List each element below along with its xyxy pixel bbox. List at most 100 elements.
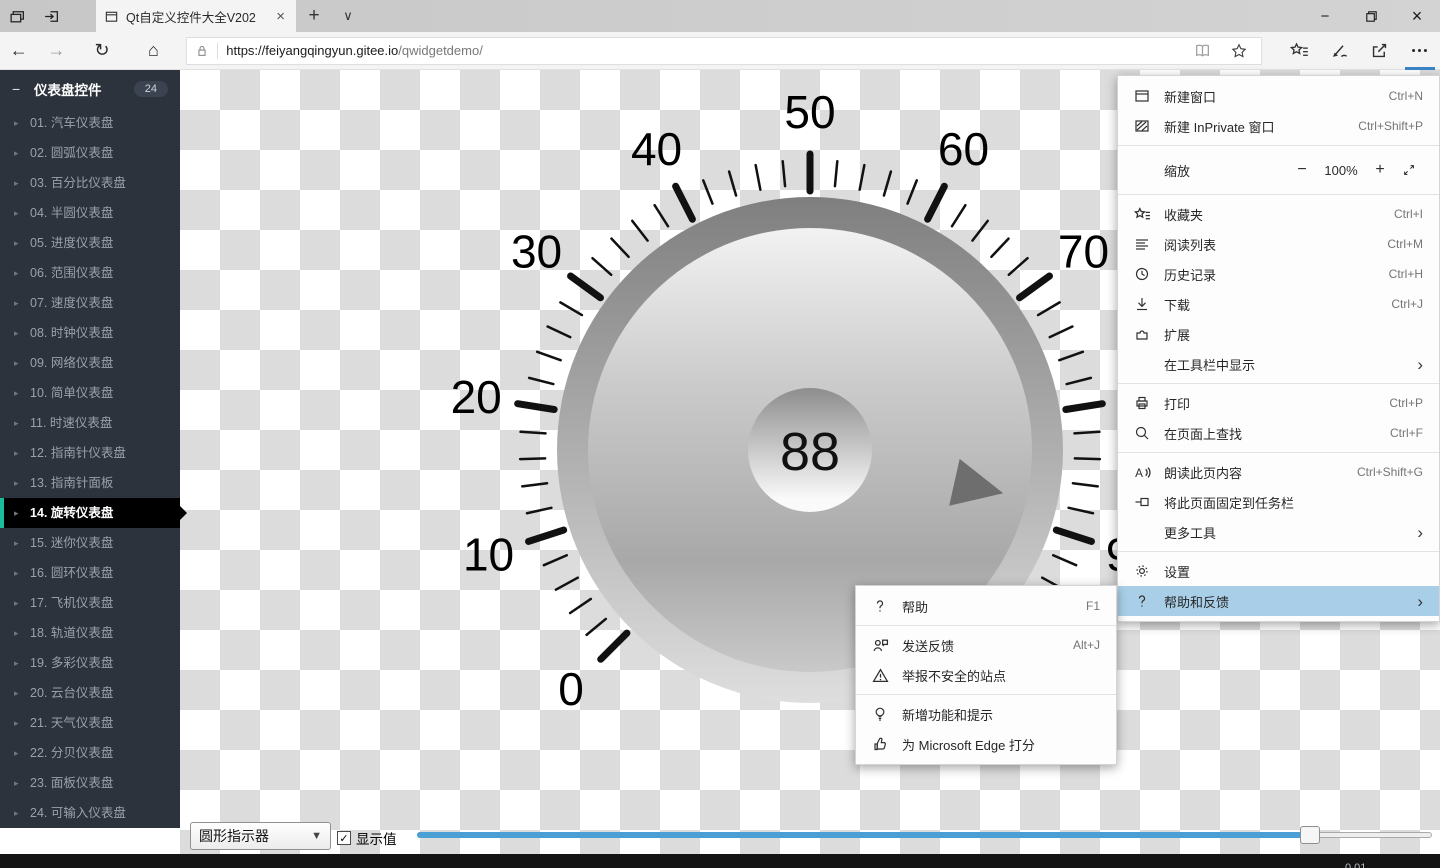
submenu-item-0[interactable]: 帮助F1 — [856, 591, 1116, 621]
minor-tick — [1050, 327, 1073, 338]
sidebar-header[interactable]: − 仪表盘控件 24 — [0, 70, 180, 108]
zoom-in-button[interactable]: + — [1365, 161, 1395, 179]
sidebar-item-12[interactable]: ▸12. 指南针仪表盘 — [0, 438, 180, 468]
minor-tick — [520, 458, 545, 459]
browser-tab[interactable]: Qt自定义控件大全V202 × — [96, 0, 296, 32]
menu-item-13[interactable]: 在页面上查找Ctrl+F — [1118, 418, 1439, 448]
menu-item-6[interactable]: 阅读列表Ctrl+M — [1118, 229, 1439, 259]
sidebar-item-2[interactable]: ▸02. 圆弧仪表盘 — [0, 138, 180, 168]
sidebar-item-4[interactable]: ▸04. 半圆仪表盘 — [0, 198, 180, 228]
triangle-right-icon: ▸ — [14, 798, 19, 828]
back-button[interactable]: ← — [0, 32, 38, 70]
menu-item-8[interactable]: 下载Ctrl+J — [1118, 289, 1439, 319]
sidebar-item-14[interactable]: ▸14. 旋转仪表盘 — [0, 498, 180, 528]
sidebar-item-19[interactable]: ▸19. 多彩仪表盘 — [0, 648, 180, 678]
menu-item-9[interactable]: 扩展 — [1118, 319, 1439, 349]
sidebar-item-17[interactable]: ▸17. 飞机仪表盘 — [0, 588, 180, 618]
sidebar-item-24[interactable]: ▸24. 可输入仪表盘 — [0, 798, 180, 828]
reading-view-button[interactable] — [1188, 42, 1217, 59]
menu-item-1[interactable]: 新建 InPrivate 窗口Ctrl+Shift+P — [1118, 111, 1439, 141]
menu-item-5[interactable]: 收藏夹Ctrl+I — [1118, 199, 1439, 229]
sidebar-item-13[interactable]: ▸13. 指南针面板 — [0, 468, 180, 498]
zoom-out-button[interactable]: − — [1287, 161, 1317, 179]
web-note-button[interactable] — [1320, 32, 1360, 70]
sidebar-item-22[interactable]: ▸22. 分贝仪表盘 — [0, 738, 180, 768]
dial-value: 88 — [780, 422, 840, 482]
set-tabs-aside-button[interactable] — [34, 0, 68, 32]
favorites-hub-button[interactable] — [1280, 32, 1320, 70]
sidebar-item-label: 05. 进度仪表盘 — [30, 236, 113, 250]
sidebar-item-1[interactable]: ▸01. 汽车仪表盘 — [0, 108, 180, 138]
menu-item-19[interactable]: 设置 — [1118, 556, 1439, 586]
minimize-button[interactable]: − — [1302, 0, 1348, 32]
sidebar-item-label: 22. 分贝仪表盘 — [30, 746, 113, 760]
forward-button[interactable]: → — [38, 32, 76, 70]
sidebar-item-10[interactable]: ▸10. 简单仪表盘 — [0, 378, 180, 408]
sidebar-item-8[interactable]: ▸08. 时钟仪表盘 — [0, 318, 180, 348]
sidebar-item-21[interactable]: ▸21. 天气仪表盘 — [0, 708, 180, 738]
sidebar-item-16[interactable]: ▸16. 圆环仪表盘 — [0, 558, 180, 588]
help-feedback-submenu: 帮助F1 发送反馈Alt+J举报不安全的站点新增功能和提示为 Microsoft … — [855, 585, 1117, 765]
slider-handle[interactable] — [1300, 826, 1320, 844]
tabs-preview-icon — [9, 8, 26, 25]
pointer-style-dropdown[interactable]: 圆形指示器 ▼ — [190, 822, 331, 850]
restore-icon — [1364, 9, 1379, 24]
fullscreen-button[interactable] — [1395, 163, 1423, 177]
refresh-button[interactable]: ↻ — [83, 32, 121, 70]
sidebar-item-20[interactable]: ▸20. 云台仪表盘 — [0, 678, 180, 708]
sidebar-item-15[interactable]: ▸15. 迷你仪表盘 — [0, 528, 180, 558]
more-actions-button[interactable] — [1400, 32, 1440, 70]
triangle-right-icon: ▸ — [14, 198, 19, 228]
minor-tick — [587, 619, 606, 635]
tab-close-icon[interactable]: × — [273, 8, 288, 25]
url-path: /qwidgetdemo/ — [398, 43, 483, 58]
address-bar[interactable]: https://feiyangqingyun.gitee.io/qwidgetd… — [186, 37, 1262, 65]
menu-item-label: 朗读此页内容 — [1164, 463, 1357, 482]
menu-item-16[interactable]: 将此页面固定到任务栏 — [1118, 487, 1439, 517]
sidebar-item-9[interactable]: ▸09. 网络仪表盘 — [0, 348, 180, 378]
sidebar-item-23[interactable]: ▸23. 面板仪表盘 — [0, 768, 180, 798]
menu-item-3[interactable]: 缩放−100%+ — [1118, 150, 1439, 190]
tab-preview-button[interactable] — [0, 0, 34, 32]
submenu-item-5[interactable]: 新增功能和提示 — [856, 699, 1116, 729]
minor-tick — [592, 258, 611, 275]
triangle-right-icon: ▸ — [14, 258, 19, 288]
menu-item-12[interactable]: 打印Ctrl+P — [1118, 388, 1439, 418]
page-icon — [104, 9, 119, 24]
submenu-separator — [856, 690, 1116, 699]
restore-button[interactable] — [1348, 0, 1394, 32]
menu-item-7[interactable]: 历史记录Ctrl+H — [1118, 259, 1439, 289]
sidebar-item-18[interactable]: ▸18. 轨道仪表盘 — [0, 618, 180, 648]
sidebar-item-7[interactable]: ▸07. 速度仪表盘 — [0, 288, 180, 318]
sidebar-item-11[interactable]: ▸11. 时速仪表盘 — [0, 408, 180, 438]
submenu-separator — [856, 621, 1116, 630]
menu-item-17[interactable]: 更多工具› — [1118, 517, 1439, 547]
menu-item-0[interactable]: 新建窗口Ctrl+N — [1118, 81, 1439, 111]
triangle-right-icon: ▸ — [14, 678, 19, 708]
major-tick — [1020, 276, 1050, 298]
menu-item-20[interactable]: 帮助和反馈› — [1118, 586, 1439, 616]
sidebar-item-6[interactable]: ▸06. 范围仪表盘 — [0, 258, 180, 288]
tab-list-chevron-icon[interactable]: ∨ — [332, 0, 364, 32]
checkbox[interactable]: ✓ — [337, 831, 351, 845]
submenu-item-2[interactable]: 发送反馈Alt+J — [856, 630, 1116, 660]
submenu-item-6[interactable]: 为 Microsoft Edge 打分 — [856, 729, 1116, 759]
new-tab-button[interactable]: + — [296, 0, 332, 32]
sidebar-item-5[interactable]: ▸05. 进度仪表盘 — [0, 228, 180, 258]
show-value-checkbox-group[interactable]: ✓ 显示值 — [337, 828, 397, 848]
major-tick — [571, 276, 601, 298]
share-button[interactable] — [1360, 32, 1400, 70]
minor-tick — [1074, 432, 1099, 434]
minor-tick — [1009, 258, 1028, 275]
triangle-right-icon: ▸ — [14, 648, 19, 678]
menu-item-10[interactable]: 在工具栏中显示› — [1118, 349, 1439, 379]
shortcut-label: Ctrl+J — [1391, 297, 1423, 311]
submenu-item-3[interactable]: 举报不安全的站点 — [856, 660, 1116, 690]
sidebar-item-3[interactable]: ▸03. 百分比仪表盘 — [0, 168, 180, 198]
value-slider[interactable] — [417, 831, 1432, 839]
menu-item-15[interactable]: A朗读此页内容Ctrl+Shift+G — [1118, 457, 1439, 487]
add-favorite-button[interactable] — [1225, 43, 1253, 59]
close-button[interactable]: × — [1394, 0, 1440, 32]
home-button[interactable]: ⌂ — [135, 32, 173, 70]
minor-tick — [1038, 302, 1060, 315]
